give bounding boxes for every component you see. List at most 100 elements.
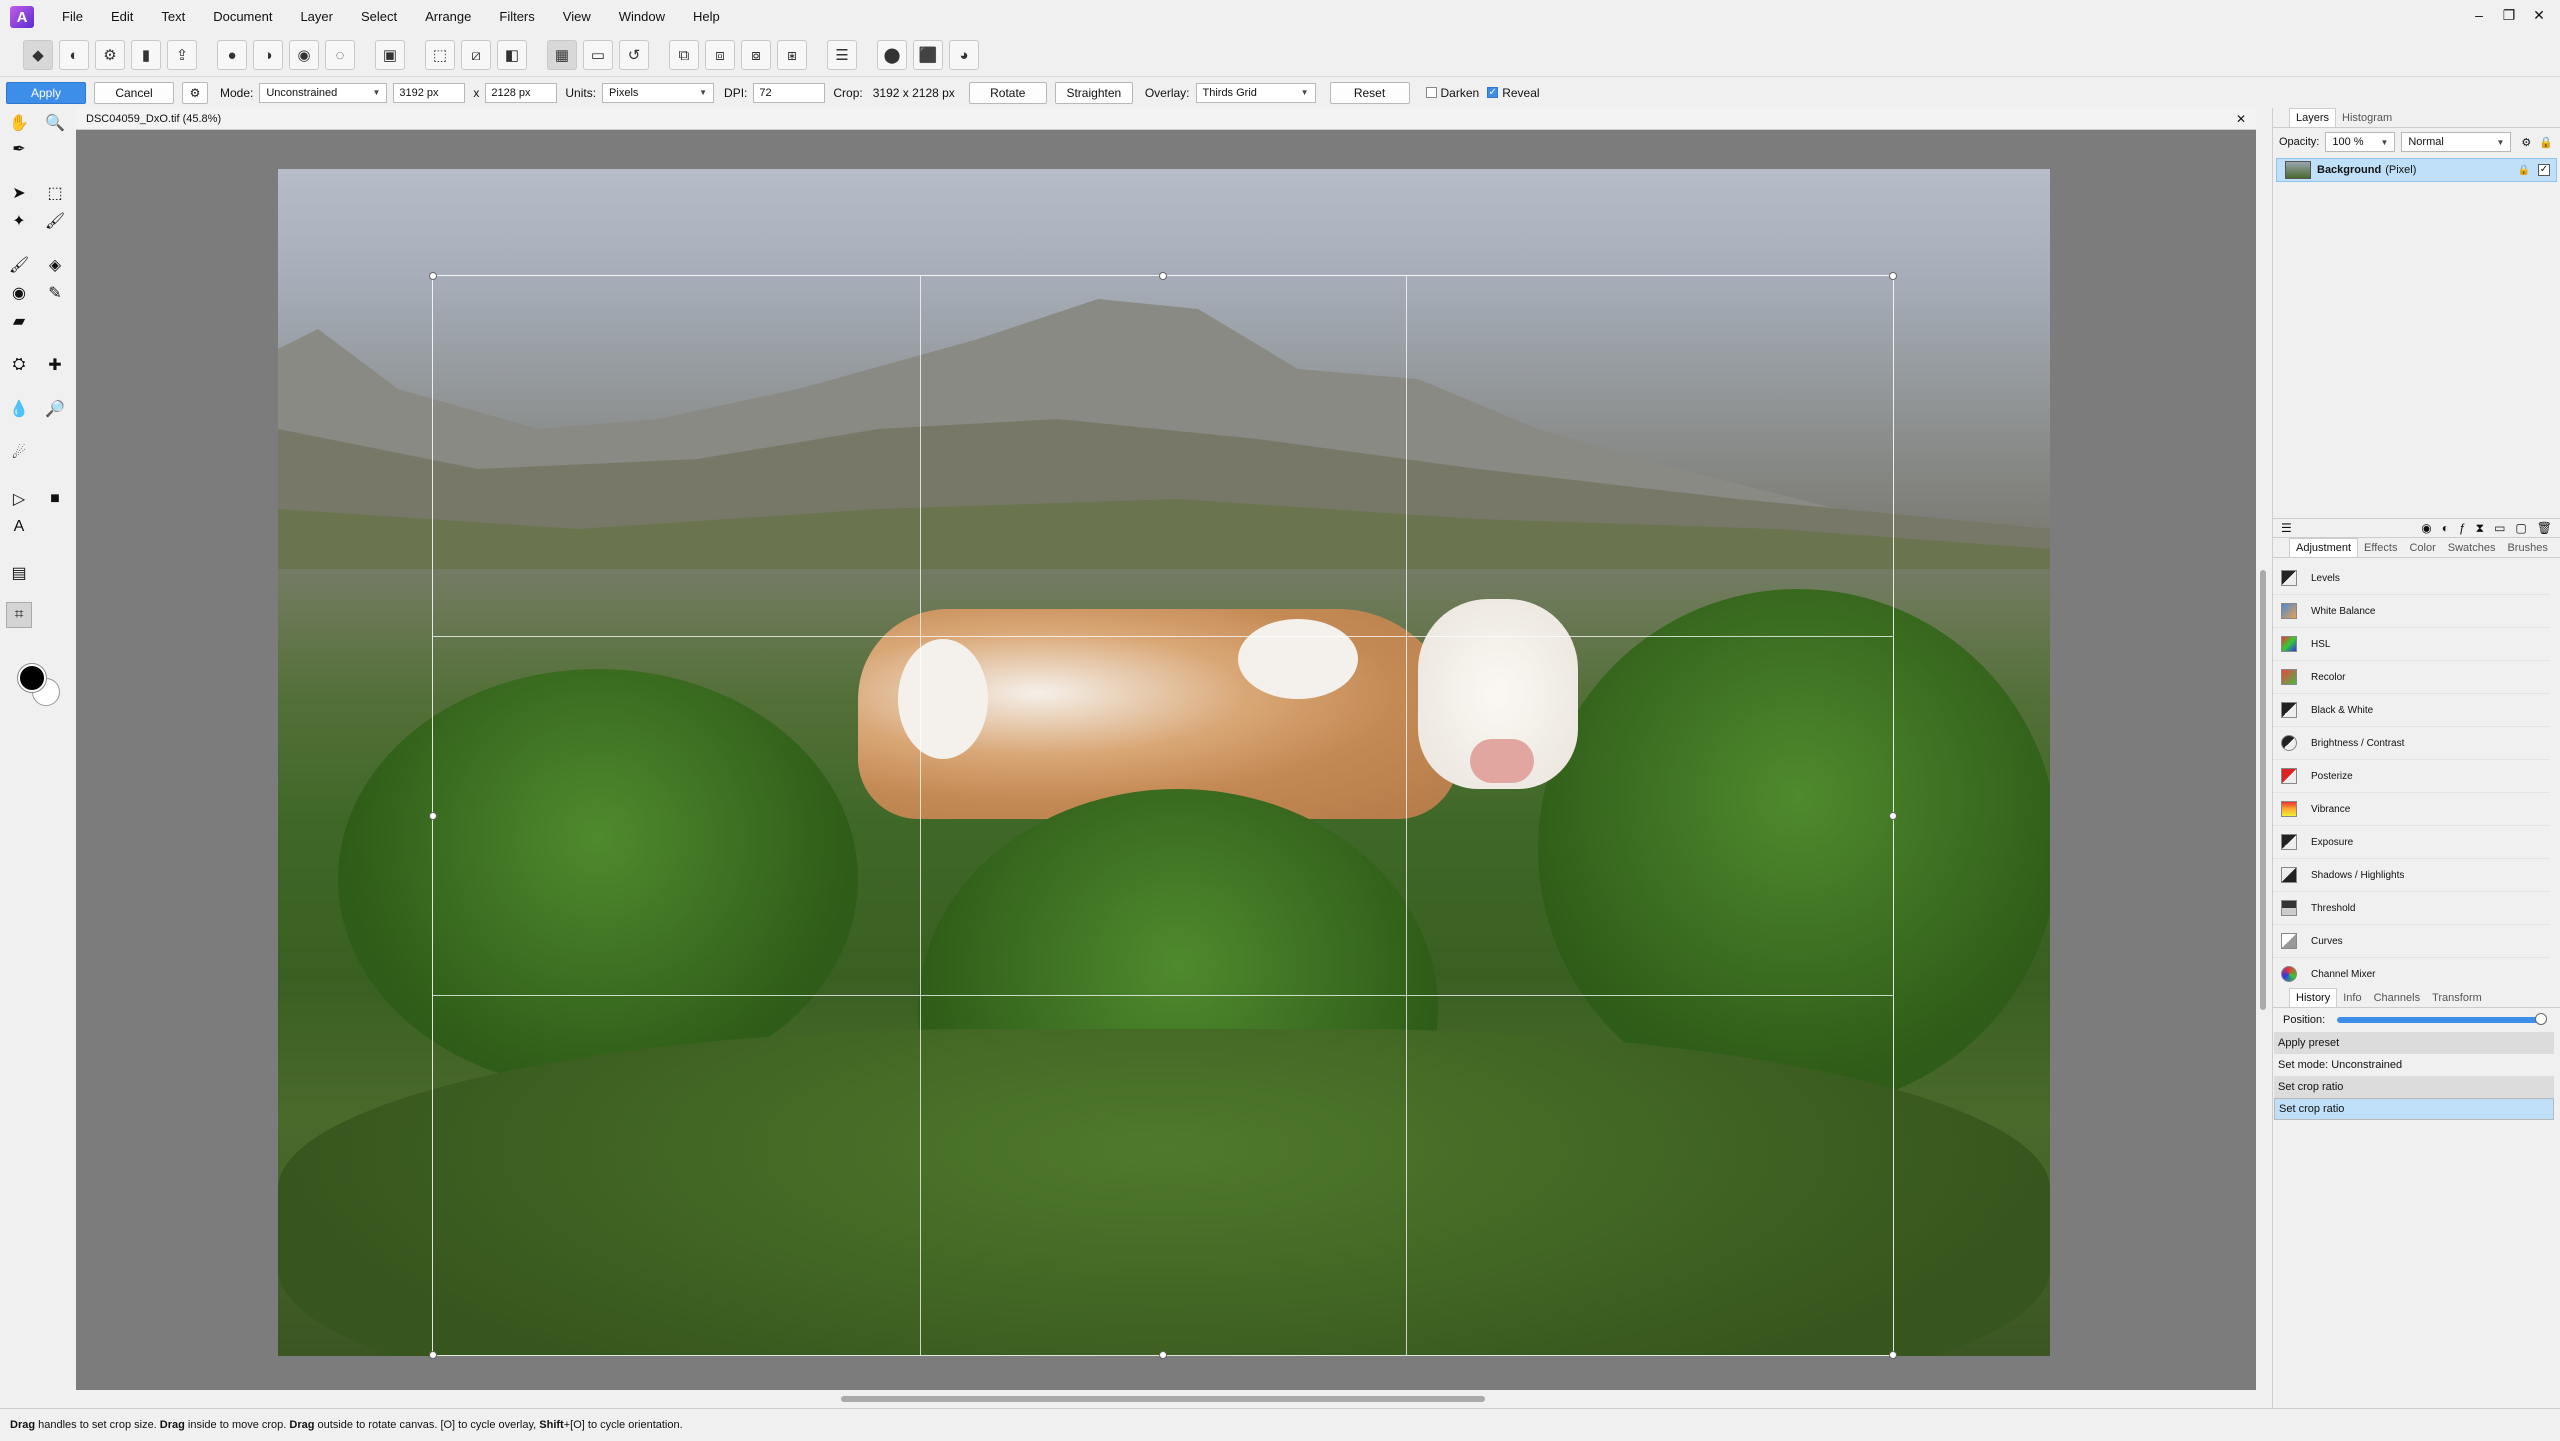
crop-handle-bottom-right[interactable]	[1889, 1351, 1897, 1359]
rotate-button[interactable]: Rotate	[968, 81, 1047, 104]
crop-handle-bottom-left[interactable]	[429, 1351, 437, 1359]
foreground-color-swatch[interactable]	[18, 664, 46, 692]
menu-file[interactable]: File	[48, 0, 97, 34]
menu-view[interactable]: View	[549, 0, 605, 34]
history-item-selected[interactable]: Set crop ratio	[2274, 1098, 2554, 1120]
overlay-select[interactable]: Thirds Grid ▼	[1195, 82, 1316, 103]
color-well[interactable]	[18, 664, 62, 708]
dpi-input[interactable]: 72	[753, 82, 826, 103]
crop-width-input[interactable]: 3192 px	[393, 82, 466, 103]
units-select[interactable]: Pixels ▼	[602, 82, 715, 103]
mode-select[interactable]: Unconstrained ▼	[259, 82, 388, 103]
align-icon[interactable]: ☰	[827, 40, 857, 70]
adjustment-icon[interactable]: ◐	[2442, 521, 2449, 535]
reveal-checkbox-box[interactable]: ✓	[1487, 87, 1499, 98]
quick-mask-icon[interactable]: ▦	[547, 40, 577, 70]
auto-contrast-icon[interactable]: ◑	[253, 40, 283, 70]
arrange-back-icon[interactable]: ⧉	[669, 40, 699, 70]
liquify-persona-icon[interactable]: ◐	[59, 40, 89, 70]
group-icon[interactable]: ▭	[2494, 521, 2505, 535]
adjustment-item-recolor[interactable]: Recolor	[2273, 661, 2550, 694]
flood-fill-tool-icon[interactable]: ✎	[42, 280, 68, 306]
tab-layers[interactable]: Layers	[2289, 108, 2337, 127]
auto-levels-icon[interactable]: ●	[217, 40, 247, 70]
minimize-icon[interactable]: –	[2464, 0, 2494, 30]
adjustment-item-vibrance[interactable]: Vibrance	[2273, 793, 2550, 826]
crop-tool-icon[interactable]: ⌗	[6, 602, 32, 628]
adjustment-item-threshold[interactable]: Threshold	[2273, 892, 2550, 925]
tab-info[interactable]: Info	[2337, 992, 2367, 1004]
sharpen-tool-icon[interactable]: 🔎	[42, 396, 68, 422]
photo-persona-icon[interactable]: ◆	[23, 40, 53, 70]
reset-button[interactable]: Reset	[1329, 81, 1410, 104]
adjustment-item-channel-mixer[interactable]: Channel Mixer	[2273, 958, 2550, 988]
crop-handle-left[interactable]	[429, 811, 437, 820]
crop-height-input[interactable]: 2128 px	[485, 82, 558, 103]
mask-icon[interactable]: ◉	[2421, 521, 2431, 535]
reveal-checkbox[interactable]: ✓ Reveal	[1487, 86, 1540, 100]
adjustment-item-exposure[interactable]: Exposure	[2273, 826, 2550, 859]
clone-tool-icon[interactable]: ⛭	[6, 352, 32, 378]
gear-icon[interactable]: ⚙	[182, 81, 208, 104]
tab-effects[interactable]: Effects	[2358, 542, 2403, 554]
crop-handle-right[interactable]	[1889, 811, 1897, 820]
invert-selection-icon[interactable]: ◧	[497, 40, 527, 70]
fx-icon[interactable]: ƒ	[2459, 521, 2466, 535]
straighten-button[interactable]: Straighten	[1054, 81, 1133, 104]
menu-window[interactable]: Window	[605, 0, 679, 34]
adjustment-item-hsl[interactable]: HSL	[2273, 628, 2550, 661]
opacity-select[interactable]: 100 % ▼	[2325, 132, 2396, 152]
arrange-forward-icon[interactable]: ⧇	[741, 40, 771, 70]
slider-knob[interactable]	[2535, 1013, 2547, 1025]
adjustment-item-curves[interactable]: Curves	[2273, 925, 2550, 958]
develop-persona-icon[interactable]: ⚙	[95, 40, 125, 70]
crop-handle-bottom[interactable]	[1159, 1351, 1167, 1359]
darken-checkbox-box[interactable]	[1425, 87, 1437, 98]
menu-text[interactable]: Text	[147, 0, 199, 34]
layer-visibility-checkbox[interactable]: ✓	[2538, 164, 2550, 176]
blur-brush-tool-icon[interactable]: 💧	[6, 396, 32, 422]
close-document-icon[interactable]: ✕	[2236, 108, 2246, 130]
tab-swatches[interactable]: Swatches	[2442, 542, 2502, 554]
hand-tool-icon[interactable]: ✋	[6, 110, 32, 136]
live-filter-icon[interactable]: ⧗	[2476, 521, 2484, 536]
paint-brush-tool-icon[interactable]: 🖌	[6, 252, 32, 278]
horizontal-scrollbar[interactable]	[76, 1390, 2256, 1408]
menu-arrange[interactable]: Arrange	[411, 0, 485, 34]
color-replacement-tool-icon[interactable]: ◉	[6, 280, 32, 306]
adjustment-item-black-white[interactable]: Black & White	[2273, 694, 2550, 727]
menu-select[interactable]: Select	[347, 0, 411, 34]
tab-channels[interactable]: Channels	[2368, 992, 2426, 1004]
history-position-slider[interactable]	[2337, 1013, 2547, 1025]
lasso-option-icon[interactable]: ↺	[619, 40, 649, 70]
deselect-icon[interactable]: ⧄	[461, 40, 491, 70]
tab-transform[interactable]: Transform	[2426, 992, 2488, 1004]
adjustment-item-posterize[interactable]: Posterize	[2273, 760, 2550, 793]
adjustment-item-levels[interactable]: Levels	[2273, 562, 2550, 595]
adjustment-item-white-balance[interactable]: White Balance	[2273, 595, 2550, 628]
restore-icon[interactable]: ❐	[2494, 0, 2524, 30]
zoom-tool-icon[interactable]: 🔍	[42, 110, 68, 136]
vertical-scrollbar[interactable]	[2256, 130, 2270, 1408]
smudge-tool-icon[interactable]: ☄	[6, 440, 32, 466]
layers-menu-icon[interactable]: ☰	[2281, 521, 2292, 535]
document-tab[interactable]: DSC04059_DxO.tif (45.8%) ✕	[76, 108, 2256, 130]
flood-select-tool-icon[interactable]: ✦	[6, 208, 32, 234]
assistant-icon[interactable]: ▣	[375, 40, 405, 70]
selection-brush-tool-icon[interactable]: 🖌	[42, 208, 68, 234]
blend-mode-select[interactable]: Normal ▼	[2401, 132, 2512, 152]
add-layer-icon[interactable]: ▢	[2515, 521, 2526, 535]
crop-handle-top-right[interactable]	[1889, 272, 1897, 280]
arrange-backward-icon[interactable]: ⧈	[705, 40, 735, 70]
menu-help[interactable]: Help	[679, 0, 734, 34]
crop-handle-top[interactable]	[1159, 272, 1167, 280]
tab-history[interactable]: History	[2289, 988, 2338, 1007]
app-logo-icon[interactable]: A	[10, 6, 34, 28]
tone-map-persona-icon[interactable]: ▮	[131, 40, 161, 70]
erase-brush-tool-icon[interactable]: ▰	[6, 308, 32, 334]
delete-layer-icon[interactable]: 🗑	[2537, 521, 2552, 535]
adjustment-item-shadows-highlights[interactable]: Shadows / Highlights	[2273, 859, 2550, 892]
cancel-button[interactable]: Cancel	[94, 81, 174, 104]
menu-edit[interactable]: Edit	[97, 0, 147, 34]
color-picker-tool-icon[interactable]: ✒	[6, 136, 32, 162]
